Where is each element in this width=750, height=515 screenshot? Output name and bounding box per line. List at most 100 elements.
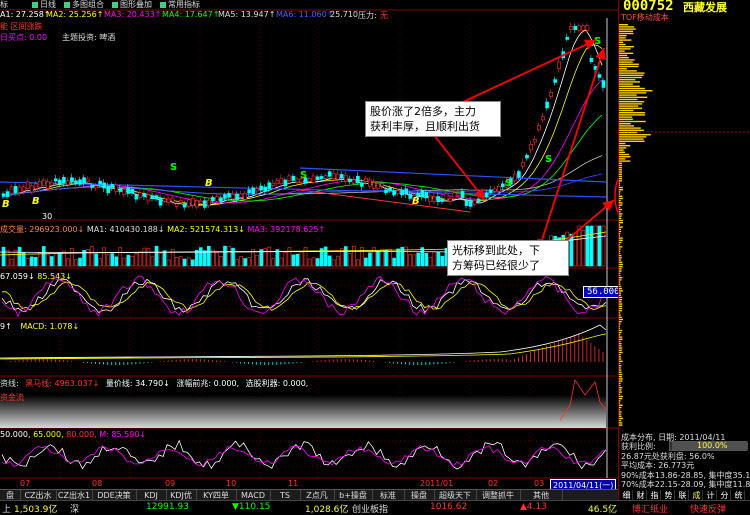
volume-bar xyxy=(182,258,187,267)
chip-bar xyxy=(619,65,639,68)
chip-bar xyxy=(619,424,623,426)
chip-bar xyxy=(619,79,636,81)
chip-bar xyxy=(619,226,623,228)
candle xyxy=(513,173,517,182)
panel-tab[interactable]: 成 xyxy=(691,490,703,500)
chip-bar xyxy=(619,24,628,26)
date-tick: 08 xyxy=(92,479,103,488)
chip-bar xyxy=(619,281,621,283)
volume-bar xyxy=(239,256,243,267)
candle xyxy=(70,177,74,183)
sz-amount: 1,028.6亿 xyxy=(305,505,349,515)
candle xyxy=(311,175,316,183)
candle xyxy=(436,196,441,202)
sh-amount: 1,503.9亿 xyxy=(14,505,58,515)
panel-tab[interactable]: 分 xyxy=(719,490,731,500)
candle xyxy=(545,101,549,109)
chip-bar xyxy=(619,259,622,261)
ticker-stock[interactable]: 博汇纸业 xyxy=(632,502,668,515)
candle xyxy=(94,185,98,189)
volume-bar xyxy=(428,257,433,267)
chip-bar xyxy=(619,35,627,37)
date-tick: 02 xyxy=(488,479,499,488)
candle xyxy=(295,178,300,183)
volume-bar xyxy=(199,247,203,267)
chip-bar xyxy=(619,307,623,310)
chip-bar xyxy=(619,204,623,206)
chip-bar xyxy=(619,30,634,32)
panel-tab[interactable]: 联 xyxy=(677,490,689,500)
chip-bar xyxy=(619,329,623,332)
panel-tab[interactable]: 势 xyxy=(663,490,675,500)
chip-bar xyxy=(619,147,627,149)
volume-bar xyxy=(303,247,308,267)
volume-bar xyxy=(54,253,58,267)
candle xyxy=(146,194,151,202)
oscillator-pane xyxy=(1,439,607,470)
candle xyxy=(194,200,199,208)
panel-tab[interactable]: 指 xyxy=(649,490,661,500)
candle xyxy=(74,180,78,184)
chip-bar xyxy=(619,417,623,420)
candle xyxy=(488,189,493,193)
volume-bar xyxy=(203,250,207,267)
candle xyxy=(227,193,231,198)
chip-bar xyxy=(619,422,623,424)
candle xyxy=(327,171,332,177)
chip-bar xyxy=(619,411,622,413)
panel-tab[interactable]: 财 xyxy=(635,490,647,500)
chip-bar xyxy=(619,140,645,142)
volume-bar xyxy=(283,252,288,267)
chip-bar xyxy=(619,182,621,184)
chip-bar xyxy=(619,98,638,101)
candle xyxy=(452,192,457,200)
volume-bar xyxy=(287,247,292,267)
chip-bar xyxy=(619,239,623,241)
chip-histogram xyxy=(619,24,749,426)
panel-tab[interactable]: 统 xyxy=(733,490,745,500)
chip-bar xyxy=(619,391,622,393)
chip-bar xyxy=(619,230,622,233)
volume-bar xyxy=(134,253,139,267)
date-tick: 03 xyxy=(534,479,545,488)
chip-bar xyxy=(619,162,622,164)
macd-dif: 9↑ xyxy=(0,322,12,331)
volume-bar xyxy=(392,257,396,267)
volume-bar xyxy=(98,258,102,267)
chip-bar xyxy=(619,186,623,189)
volume-bar xyxy=(347,252,352,267)
chip-bar xyxy=(619,235,621,237)
mf-e: 选股利器: 0.000, xyxy=(245,379,309,388)
candle xyxy=(150,195,155,199)
volume-bar xyxy=(299,251,304,267)
low-price-label: 30 xyxy=(42,212,52,221)
candle xyxy=(597,74,602,78)
chip-bar xyxy=(619,288,622,290)
panel-tab[interactable]: 细 xyxy=(621,490,633,500)
chip-bar xyxy=(619,191,621,193)
volume-bar xyxy=(291,254,296,267)
chip-distribution-panel: 000752 西藏发展 TOF移动成本 成本分布, 日期: 2011/04/11… xyxy=(618,0,750,512)
candle xyxy=(170,197,175,202)
candle xyxy=(557,61,562,69)
chip-bar xyxy=(619,255,622,257)
chip-bar xyxy=(619,39,632,41)
candle xyxy=(533,139,537,143)
chip-bar xyxy=(619,101,645,103)
candle xyxy=(17,186,22,193)
chip-bar xyxy=(619,48,631,50)
chip-bar xyxy=(619,87,645,90)
candle xyxy=(223,194,227,199)
chip-bar xyxy=(619,156,631,158)
panel-tab[interactable]: 计 xyxy=(705,490,717,500)
candle xyxy=(190,197,195,206)
chip-bar xyxy=(619,153,630,156)
chip-bar xyxy=(619,268,622,270)
candle xyxy=(58,179,62,185)
chip-bar xyxy=(619,294,622,296)
volume-ma1: MA1: 410430.188↓ xyxy=(86,225,165,234)
volume-bar xyxy=(142,247,147,267)
chip-bar xyxy=(619,112,646,114)
volume-bar xyxy=(178,256,183,267)
chip-bar xyxy=(619,343,622,345)
